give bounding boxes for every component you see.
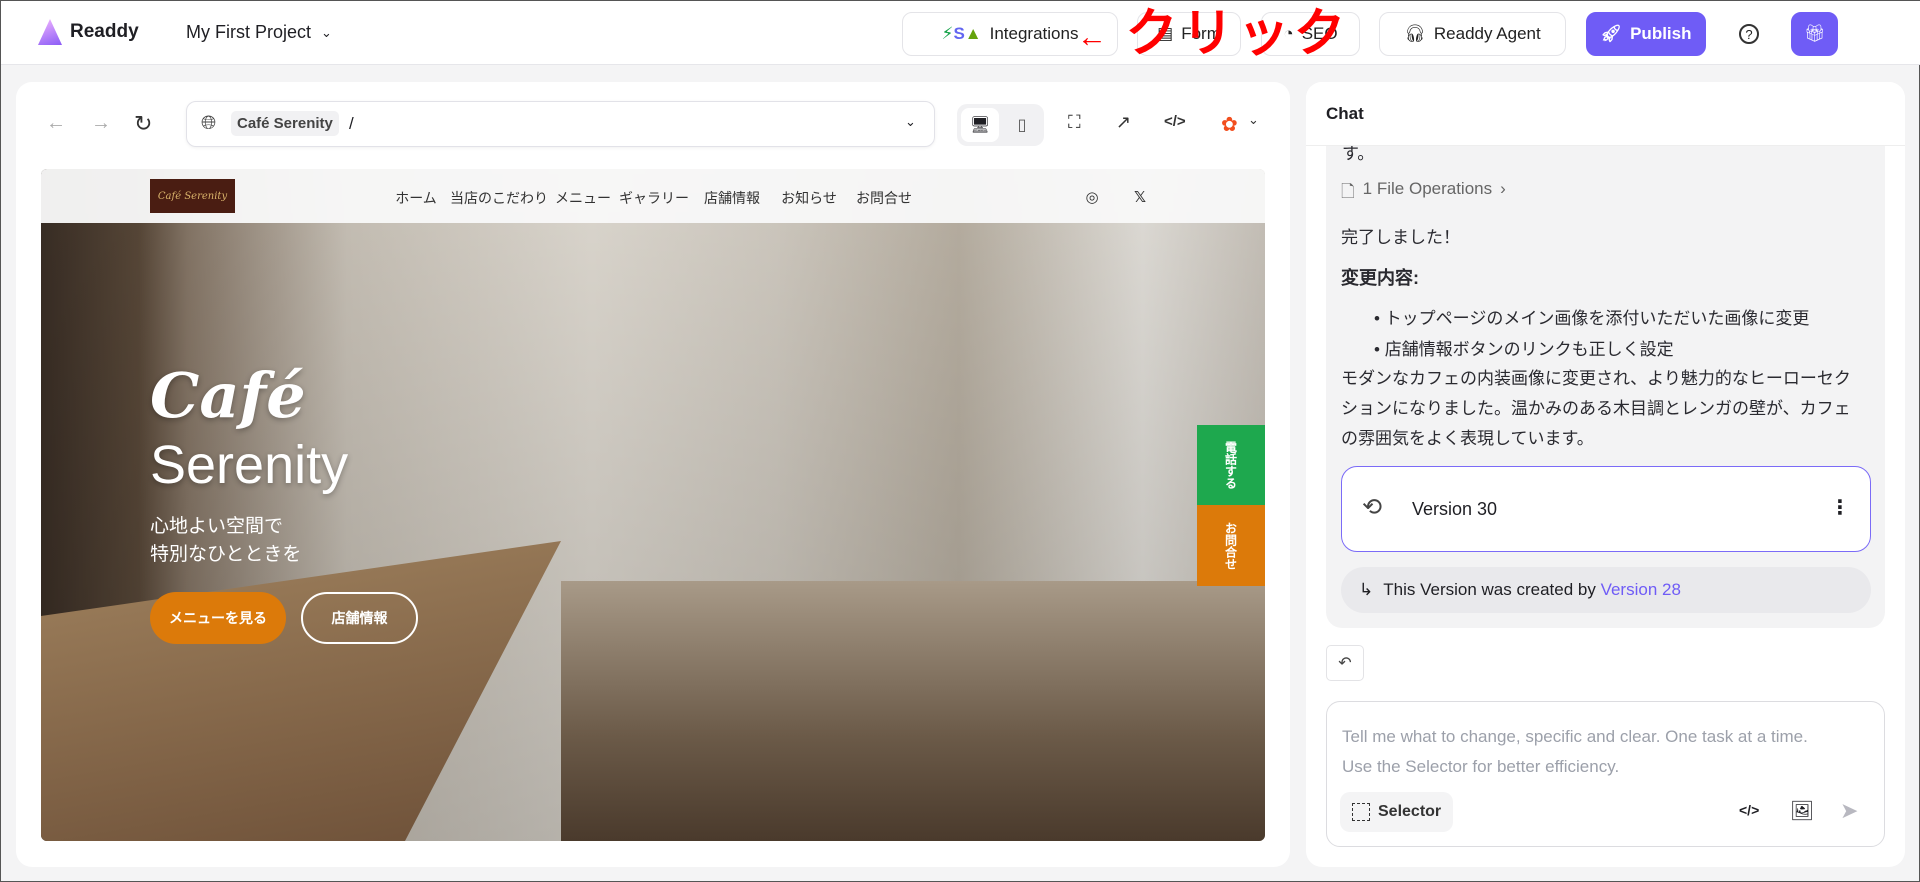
file-code-icon: 🗋︎ [1341, 182, 1355, 201]
code-icon[interactable]: </> [1164, 113, 1186, 130]
file-operations-label: 1 File Operations [1362, 179, 1493, 198]
view-menu-button[interactable]: メニューを見る [150, 592, 286, 644]
top-bar: Readdy My First Project ⌄ ⚡S▲ Integrations… [1, 1, 1920, 65]
globe-icon: 🌐︎ [201, 113, 217, 134]
placeholder-line: Tell me what to change, specific and cle… [1342, 727, 1808, 746]
gift-button[interactable]: 🎁︎ [1791, 12, 1838, 56]
change-bullet-text: 店舗情報ボタンのリンクも正しく設定 [1384, 340, 1674, 359]
hero-background-bar [41, 541, 561, 841]
readdy-logo-icon [38, 19, 62, 45]
url-bar[interactable]: 🌐︎ Café Serenity / ⌄ [186, 101, 935, 147]
site-nav-commitment[interactable]: 当店のこだわり [450, 188, 548, 208]
brand-name: Readdy [70, 21, 139, 42]
gift-icon: 🎁︎ [1803, 24, 1826, 43]
site-nav-menu[interactable]: メニュー [555, 188, 611, 208]
chevron-down-icon[interactable]: ⌄ [1248, 112, 1259, 128]
hero-background-floor [561, 581, 1265, 841]
selector-label: Selector [1378, 803, 1442, 820]
external-link-icon[interactable]: ↗ [1116, 112, 1131, 133]
integrations-icon: ⚡S▲ [941, 24, 982, 43]
publish-label: Publish [1630, 24, 1692, 43]
selector-button[interactable]: Selector [1340, 792, 1454, 832]
site-navbar: Café Serenity ホーム 当店のこだわり メニュー ギャラリー 店舗情… [41, 169, 1265, 223]
annotation-arrow: ← [1077, 20, 1107, 54]
undo-button[interactable]: ↶ [1326, 645, 1364, 681]
selector-icon [1352, 803, 1370, 821]
chat-header: Chat [1306, 82, 1905, 146]
help-button[interactable]: ? [1731, 12, 1767, 56]
summary-line: モダンなカフェの内装画像に変更され、より魅力的なヒーローセク [1341, 369, 1851, 388]
site-nav-store[interactable]: 店舗情報 [704, 188, 760, 208]
readdy-logo[interactable]: Readdy [38, 19, 139, 45]
site-nav-contact[interactable]: お問合せ [856, 188, 912, 208]
site-logo-text: Café Serenity [157, 190, 228, 202]
project-name: My First Project [186, 22, 312, 42]
readdy-agent-button[interactable]: 🎧︎ Readdy Agent [1379, 12, 1566, 56]
source-version-link[interactable]: Version 28 [1601, 580, 1681, 599]
click-annotation: ← クリック [1077, 7, 1349, 64]
hero-subtitle-1: 心地よい空間で [150, 516, 284, 537]
help-icon: ? [1739, 24, 1759, 44]
summary-line: ションになりました。温かみのある木目調とレンガの壁が、カフェ [1341, 399, 1851, 418]
url-path: / [349, 114, 354, 133]
site-name-chip: Café Serenity [231, 111, 339, 136]
return-arrow-icon: ↳ [1359, 580, 1374, 599]
changes-heading: 変更内容: [1341, 268, 1419, 288]
created-by-text: This Version was created by [1383, 580, 1601, 599]
send-icon[interactable]: ➤ [1840, 798, 1858, 824]
chevron-down-icon: ⌄ [321, 24, 332, 40]
headset-icon: 🎧︎ [1404, 24, 1426, 43]
history-icon: ⟲ [1362, 494, 1383, 521]
code-icon[interactable]: </> [1739, 802, 1759, 818]
project-selector[interactable]: My First Project ⌄ [186, 22, 332, 43]
store-info-button[interactable]: 店舗情報 [301, 592, 418, 644]
site-preview: Café Serenity ホーム 当店のこだわり メニュー ギャラリー 店舗情… [41, 169, 1265, 841]
device-toggle: 🖥︎ ▯ [957, 104, 1044, 146]
call-side-tab[interactable]: 電話する [1197, 425, 1265, 505]
chevron-right-icon: › [1500, 179, 1506, 198]
forward-icon[interactable]: → [91, 112, 111, 135]
reload-icon[interactable]: ↻ [134, 111, 152, 137]
undo-icon: ↶ [1338, 655, 1352, 672]
file-operations-link[interactable]: 🗋︎ 1 File Operations › [1341, 179, 1506, 208]
annotation-text: クリック [1125, 5, 1350, 63]
contact-side-tab[interactable]: お問合せ [1197, 505, 1265, 586]
change-bullet: • トップページのメイン画像を添付いただいた画像に変更 [1374, 309, 1810, 328]
fullscreen-icon[interactable]: ⛶ [1068, 112, 1081, 133]
desktop-icon[interactable]: 🖥︎ [961, 108, 999, 142]
hero-title-serenity: Serenity [150, 435, 349, 495]
image-upload-icon[interactable]: 🖼︎ [1790, 799, 1814, 823]
x-icon[interactable]: 𝕏 [1134, 188, 1146, 206]
integrations-label: Integrations [989, 24, 1079, 43]
figma-icon[interactable]: ✿ [1221, 112, 1238, 137]
publish-button[interactable]: 🚀︎ Publish [1586, 12, 1706, 56]
back-icon[interactable]: ← [46, 112, 66, 135]
hero-subtitle-2: 特別なひとときを [150, 544, 302, 565]
agent-label: Readdy Agent [1433, 24, 1541, 43]
chat-title: Chat [1326, 104, 1364, 123]
site-nav-gallery[interactable]: ギャラリー [619, 188, 689, 208]
version-origin: ↳ This Version was created by Version 28 [1341, 567, 1871, 613]
rocket-icon: 🚀︎ [1600, 24, 1623, 43]
change-bullet-text: トップページのメイン画像を添付いただいた画像に変更 [1384, 309, 1810, 328]
change-bullet: • 店舗情報ボタンのリンクも正しく設定 [1374, 340, 1674, 359]
site-nav-home[interactable]: ホーム [395, 188, 437, 208]
chat-input-placeholder: Tell me what to change, specific and cle… [1342, 722, 1808, 782]
mobile-icon[interactable]: ▯ [1005, 108, 1039, 142]
site-logo[interactable]: Café Serenity [150, 179, 235, 213]
version-label: Version 30 [1412, 499, 1498, 519]
more-options-icon[interactable]: ⋮ [1830, 495, 1850, 520]
chat-input[interactable]: Tell me what to change, specific and cle… [1326, 701, 1885, 847]
summary-line: の雰囲気をよく表現しています。 [1341, 429, 1594, 448]
site-nav-news[interactable]: お知らせ [781, 188, 837, 208]
hero-title-cafe: Café [150, 359, 306, 432]
instagram-icon[interactable]: ◎ [1085, 188, 1098, 206]
chevron-down-icon[interactable]: ⌄ [905, 114, 916, 130]
version-card[interactable]: ⟲ Version 30 ⋮ [1341, 466, 1871, 552]
placeholder-line: Use the Selector for better efficiency. [1342, 757, 1620, 776]
done-text: 完了しました！ [1341, 228, 1460, 247]
